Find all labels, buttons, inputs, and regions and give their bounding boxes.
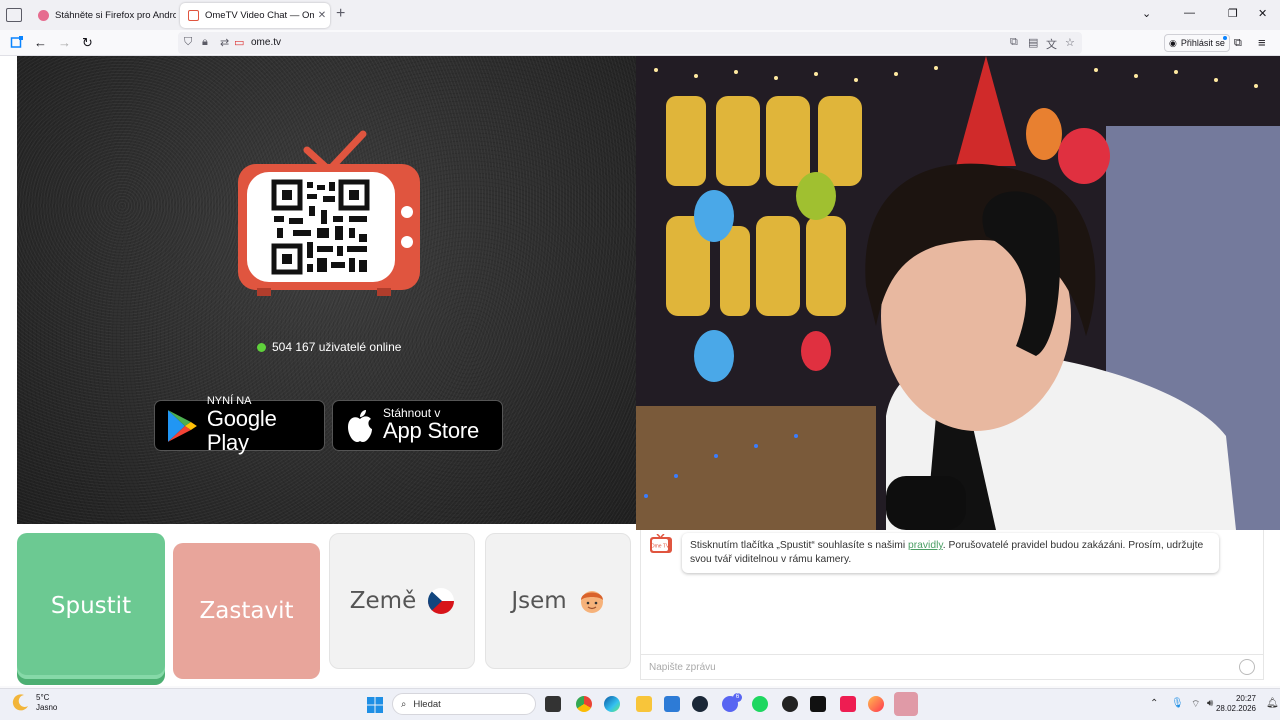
google-play-big-text: Google Play bbox=[206, 406, 277, 455]
partner-video-placeholder: 504 167 uživatelé online NYNÍ NA Google … bbox=[17, 56, 636, 524]
chat-message-text-1: Stisknutím tlačítka „Spustit“ souhlasíte… bbox=[690, 540, 909, 551]
steam-icon[interactable] bbox=[692, 696, 708, 712]
tab-close-icon[interactable]: ✕ bbox=[314, 10, 330, 21]
menu-icon[interactable]: ≡ bbox=[1258, 35, 1266, 51]
rules-link[interactable]: pravidly bbox=[908, 540, 943, 551]
stop-button-label: Zastavit bbox=[199, 598, 294, 624]
country-button-label: Země bbox=[349, 588, 417, 614]
search-icon: ⌕ bbox=[401, 698, 407, 710]
chat-message-input[interactable]: Napište zprávu bbox=[641, 654, 1263, 679]
app-store-big-text: App Store bbox=[383, 418, 480, 443]
taskbar-clock[interactable]: 20:27 28.02.2026 bbox=[1216, 694, 1256, 714]
task-view-icon[interactable] bbox=[545, 696, 561, 712]
ometv-chat-logo-icon: Ome TV bbox=[650, 534, 672, 553]
boy-emoji-icon bbox=[580, 591, 603, 613]
czech-flag-icon bbox=[428, 588, 455, 614]
firefox-favicon-icon bbox=[38, 10, 49, 21]
moon-icon bbox=[12, 694, 28, 711]
tab-title: OmeTV Video Chat — Omegle bbox=[205, 10, 314, 21]
tab-ometv[interactable]: OmeTV Video Chat — Omegle ✕ bbox=[180, 3, 330, 28]
weather-widget[interactable]: 5°C Jasno bbox=[12, 693, 57, 713]
notepad-icon[interactable] bbox=[664, 696, 680, 712]
chat-input-placeholder: Napište zprávu bbox=[649, 662, 716, 673]
navigation-bar: ← → ↻ ⛉ 🔒︎ ⇄ ▭ ome.tv ⧉ ▤ 文 ☆ ◉ Přihlási… bbox=[0, 30, 1280, 56]
notifications-icon[interactable]: 🔔︎ bbox=[1266, 698, 1279, 709]
reload-button[interactable]: ↻ bbox=[82, 35, 93, 51]
picture-in-picture-icon[interactable]: ⧉ bbox=[1010, 36, 1018, 49]
google-play-icon bbox=[167, 409, 197, 442]
bookmark-star-icon[interactable]: ☆ bbox=[1065, 36, 1075, 49]
discord-badge: 6 bbox=[733, 693, 742, 702]
emoji-picker-icon[interactable] bbox=[1239, 659, 1255, 675]
app-store-badge[interactable]: Stáhnout v App Store bbox=[332, 400, 503, 451]
microphone-icon[interactable]: 🎙︎ bbox=[1171, 698, 1184, 709]
forward-button[interactable]: → bbox=[58, 35, 71, 51]
chat-panel: Ome TV Stisknutím tlačítka „Spustit“ sou… bbox=[640, 530, 1264, 680]
apple-icon bbox=[348, 409, 372, 442]
obs-icon[interactable] bbox=[782, 696, 798, 712]
gender-button[interactable]: Jsem bbox=[485, 533, 631, 669]
tab-overview-icon[interactable] bbox=[6, 8, 22, 22]
google-play-badge[interactable]: NYNÍ NA Google Play bbox=[154, 396, 325, 455]
clock-time: 20:27 bbox=[1235, 694, 1256, 703]
extensions-icon[interactable]: ⧉ bbox=[1234, 35, 1242, 51]
start-button-label: Spustit bbox=[50, 593, 132, 619]
lock-icon[interactable]: 🔒︎ bbox=[202, 36, 208, 49]
tab-title: Stáhněte si Firefox pro Android bbox=[55, 10, 176, 21]
tiktok-icon[interactable] bbox=[840, 696, 856, 712]
webcam-scene bbox=[636, 56, 1280, 530]
permissions-icon[interactable]: ⇄ bbox=[220, 36, 229, 49]
url-text[interactable]: ome.tv bbox=[251, 37, 281, 48]
online-indicator-icon bbox=[257, 342, 266, 352]
ometv-favicon-icon bbox=[188, 10, 199, 21]
minimize-button[interactable]: — bbox=[1184, 7, 1195, 19]
file-explorer-icon[interactable] bbox=[636, 696, 652, 712]
tab-strip: Stáhněte si Firefox pro Android OmeTV Vi… bbox=[0, 0, 1280, 30]
firefox-icon[interactable] bbox=[868, 696, 884, 712]
sidebar-icon[interactable] bbox=[10, 35, 24, 53]
gender-button-label: Jsem bbox=[511, 588, 567, 614]
spotify-icon[interactable] bbox=[752, 696, 768, 712]
country-button[interactable]: Země bbox=[329, 533, 475, 669]
new-tab-button[interactable]: + bbox=[336, 5, 345, 23]
notification-dot bbox=[1222, 36, 1227, 40]
ometv-page: 504 167 uživatelé online NYNÍ NA Google … bbox=[0, 56, 1280, 686]
list-all-tabs-button[interactable]: ⌄ bbox=[1142, 7, 1151, 20]
back-button[interactable]: ← bbox=[34, 35, 47, 51]
edge-icon[interactable] bbox=[604, 696, 620, 712]
chrome-icon[interactable] bbox=[576, 696, 592, 712]
restore-button[interactable]: ❐ bbox=[1228, 7, 1238, 20]
start-button[interactable]: Spustit bbox=[17, 533, 165, 679]
clock-date: 28.02.2026 bbox=[1215, 704, 1256, 713]
chat-logo-text: Ome TV bbox=[651, 544, 670, 550]
wifi-icon[interactable]: ⌔ bbox=[1191, 698, 1200, 711]
camera-sharing-icon[interactable]: ▭ bbox=[234, 36, 244, 49]
system-chat-message: Stisknutím tlačítka „Spustit“ souhlasíte… bbox=[682, 533, 1219, 573]
weather-temperature: 5°C bbox=[36, 693, 50, 702]
sign-in-button[interactable]: ◉ Přihlásit se bbox=[1164, 34, 1230, 52]
translate-icon[interactable]: 文 bbox=[1046, 36, 1057, 52]
stop-button[interactable]: Zastavit bbox=[173, 543, 320, 679]
search-placeholder: Hledat bbox=[413, 698, 441, 710]
taskbar-search[interactable]: ⌕ Hledat bbox=[392, 693, 536, 715]
tab-firefox-android[interactable]: Stáhněte si Firefox pro Android bbox=[30, 3, 176, 28]
tv-qr-logo bbox=[238, 130, 420, 296]
partner-webcam-video bbox=[636, 56, 1280, 530]
shield-icon[interactable]: ⛉ bbox=[184, 36, 192, 49]
sign-in-label: Přihlásit se bbox=[1180, 38, 1225, 48]
close-window-button[interactable]: ✕ bbox=[1258, 7, 1267, 20]
settings-app-icon[interactable] bbox=[894, 692, 918, 716]
capcut-icon[interactable] bbox=[810, 696, 826, 712]
online-users-text: 504 167 uživatelé online bbox=[272, 340, 402, 354]
online-users-counter: 504 167 uživatelé online bbox=[257, 340, 401, 354]
volume-icon[interactable]: 🔊︎ bbox=[1207, 698, 1213, 709]
weather-description: Jasno bbox=[36, 703, 58, 712]
reader-view-icon[interactable]: ▤ bbox=[1028, 36, 1038, 49]
windows-start-icon[interactable] bbox=[367, 697, 383, 713]
account-icon: ◉ bbox=[1169, 37, 1177, 48]
url-bar[interactable]: ⛉ 🔒︎ ⇄ ▭ ome.tv ⧉ ▤ 文 ☆ bbox=[178, 32, 1082, 54]
show-hidden-icons-icon[interactable]: ⌃ bbox=[1150, 698, 1158, 709]
windows-taskbar: 5°C Jasno ⌕ Hledat 6 ⌃ 🎙︎ ⌔ 🔊︎ 20:27 28.… bbox=[0, 688, 1280, 720]
